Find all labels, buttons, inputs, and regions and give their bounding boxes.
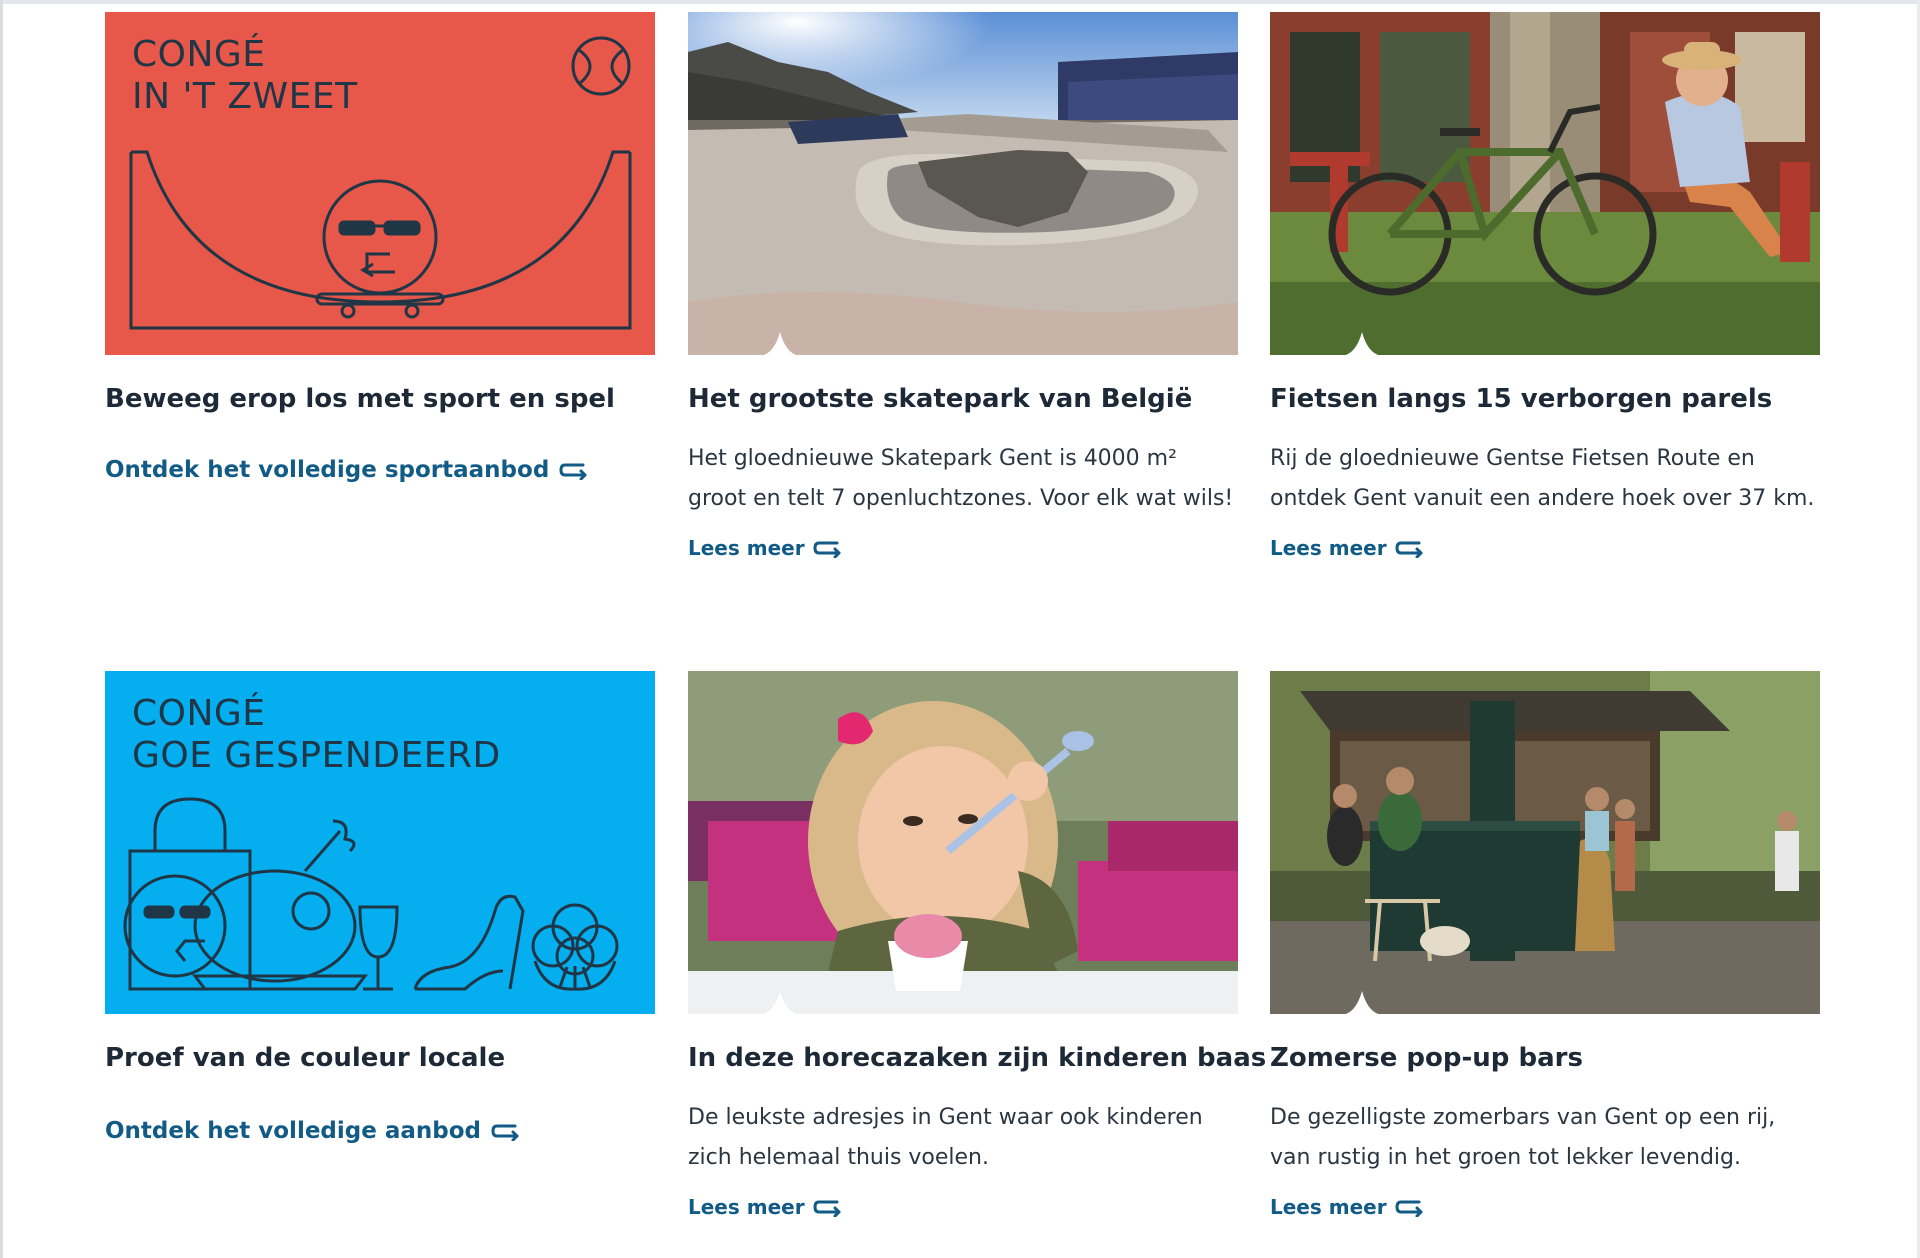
card-description: Het gloednieuwe Skatepark Gent is 4000 m…	[688, 446, 1234, 511]
card-skatepark[interactable]: Het grootste skatepark van België Het gl…	[688, 12, 1238, 560]
popup-bar-photo[interactable]	[1270, 671, 1820, 1014]
return-arrow-icon	[491, 1124, 519, 1141]
card-title[interactable]: Het grootste skatepark van België	[688, 383, 1238, 415]
illustration-sport[interactable]: CONGÉ IN 'T ZWEET	[105, 12, 655, 355]
roast-chicken-icon	[123, 819, 369, 991]
media-notch	[763, 991, 797, 1014]
card-description: De gezelligste zomerbars van Gent op een…	[1270, 1105, 1776, 1170]
card-bicycle[interactable]: Fietsen langs 15 verborgen parels Rij de…	[1270, 12, 1820, 560]
return-arrow-icon	[813, 1200, 841, 1217]
read-more-link[interactable]: Lees meer	[688, 536, 843, 560]
media-notch	[763, 332, 797, 355]
left-edge	[0, 0, 3, 1258]
child-ice-cream-photo[interactable]	[688, 671, 1238, 1014]
card-sport[interactable]: CONGÉ IN 'T ZWEET Beweeg erop los met sp…	[105, 12, 655, 483]
return-arrow-icon	[813, 541, 841, 558]
shopping-bag-icon	[128, 797, 252, 991]
return-arrow-icon	[1395, 1200, 1423, 1217]
card-description: Rij de gloednieuwe Gentse Fietsen Route …	[1270, 446, 1815, 511]
read-more-link[interactable]: Lees meer	[688, 1195, 843, 1219]
read-more-label[interactable]: Lees meer	[688, 1195, 805, 1219]
bicycle-photo[interactable]	[1270, 12, 1820, 355]
card-title[interactable]: In deze horecazaken zijn kinderen baas	[688, 1042, 1266, 1074]
media-notch	[1345, 991, 1379, 1014]
discover-sport-link[interactable]: Ontdek het volledige sportaanbod	[105, 457, 589, 483]
high-heel-icon	[413, 894, 525, 991]
return-arrow-icon	[559, 463, 587, 480]
halfpipe-skater-icon	[129, 150, 632, 330]
card-title[interactable]: Fietsen langs 15 verborgen parels	[1270, 383, 1820, 415]
read-more-label[interactable]: Lees meer	[1270, 536, 1387, 560]
read-more-link[interactable]: Lees meer	[1270, 536, 1425, 560]
discover-food-link[interactable]: Ontdek het volledige aanbod	[105, 1118, 521, 1144]
card-title[interactable]: Beweeg erop los met sport en spel	[105, 383, 655, 415]
return-arrow-icon	[1395, 541, 1423, 558]
card-description: De leukste adresjes in Gent waar ook kin…	[688, 1105, 1203, 1170]
skatepark-photo[interactable]	[688, 12, 1238, 355]
cauliflower-icon	[531, 903, 619, 991]
top-edge	[0, 0, 1920, 4]
card-kids-horeca[interactable]: In deze horecazaken zijn kinderen baas D…	[688, 671, 1266, 1219]
card-popup-bars[interactable]: Zomerse pop-up bars De gezelligste zomer…	[1270, 671, 1820, 1219]
card-title[interactable]: Zomerse pop-up bars	[1270, 1042, 1820, 1074]
discover-link-label[interactable]: Ontdek het volledige sportaanbod	[105, 457, 549, 483]
read-more-label[interactable]: Lees meer	[688, 536, 805, 560]
tennis-ball-icon	[571, 36, 631, 96]
discover-link-label[interactable]: Ontdek het volledige aanbod	[105, 1118, 481, 1144]
read-more-label[interactable]: Lees meer	[1270, 1195, 1387, 1219]
card-title[interactable]: Proef van de couleur locale	[105, 1042, 655, 1074]
media-notch	[1345, 332, 1379, 355]
card-food[interactable]: CONGÉ GOE GESPENDEERD Proef van de coule…	[105, 671, 655, 1144]
read-more-link[interactable]: Lees meer	[1270, 1195, 1425, 1219]
illustration-food[interactable]: CONGÉ GOE GESPENDEERD	[105, 671, 655, 1014]
